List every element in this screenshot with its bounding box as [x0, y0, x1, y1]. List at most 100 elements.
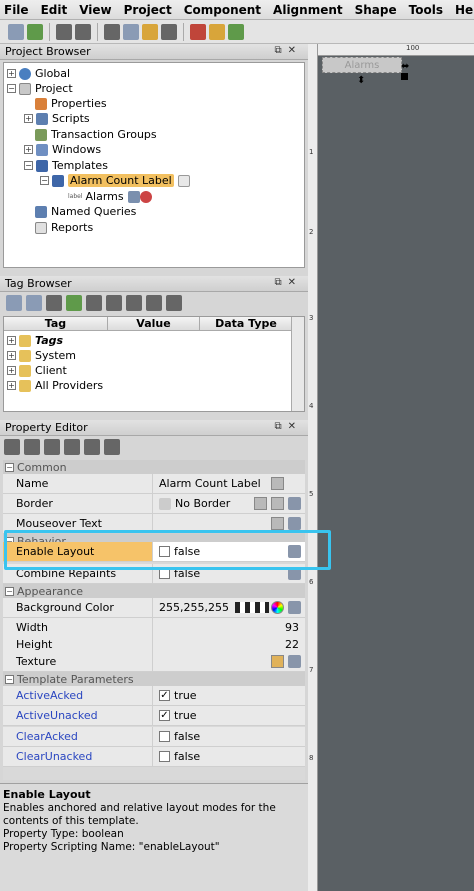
- prop-clear-acked[interactable]: ClearAcked false: [3, 727, 305, 747]
- copy-icon[interactable]: [123, 23, 139, 40]
- alarms-label-component[interactable]: Alarms: [322, 57, 402, 73]
- undo-icon[interactable]: [56, 23, 72, 40]
- tag-item-all-providers[interactable]: + All Providers: [7, 378, 103, 393]
- filter-icon[interactable]: [44, 439, 60, 455]
- delete-tag-icon[interactable]: [126, 295, 142, 311]
- delete-icon[interactable]: [161, 23, 177, 40]
- tree-item-global[interactable]: + Global: [7, 66, 70, 81]
- menu-shape[interactable]: Shape: [355, 3, 397, 17]
- menu-component[interactable]: Component: [184, 3, 261, 17]
- menu-view[interactable]: View: [79, 3, 111, 17]
- active-unacked-checkbox[interactable]: ✓: [159, 710, 170, 721]
- prop-clear-unacked[interactable]: ClearUnacked false: [3, 747, 305, 767]
- tag-item-tags[interactable]: + Tags: [7, 333, 63, 348]
- menu-alignment[interactable]: Alignment: [273, 3, 343, 17]
- tag-item-system[interactable]: + System: [7, 348, 76, 363]
- tree-item-properties[interactable]: Properties: [35, 96, 107, 111]
- redo-icon[interactable]: [75, 23, 91, 40]
- height-value[interactable]: 22: [285, 638, 299, 651]
- prop-active-unacked[interactable]: ActiveUnacked ✓ true: [3, 706, 305, 726]
- menu-edit[interactable]: Edit: [41, 3, 68, 17]
- prop-name[interactable]: Name Alarm Count Label: [3, 474, 305, 494]
- tree-item-transaction-groups[interactable]: Transaction Groups: [35, 127, 157, 142]
- menu-project[interactable]: Project: [124, 3, 172, 17]
- panel-controls-icon[interactable]: ⧉✕: [274, 45, 302, 56]
- tree-item-windows[interactable]: + Windows: [24, 142, 101, 157]
- customizers-icon[interactable]: [84, 439, 100, 455]
- active-acked-checkbox[interactable]: ✓: [159, 690, 170, 701]
- tree-item-reports[interactable]: Reports: [35, 220, 93, 235]
- comm-readwrite-icon[interactable]: [228, 23, 244, 40]
- opc-icon[interactable]: [26, 295, 42, 311]
- refresh-icon[interactable]: [27, 23, 43, 40]
- tree-item-project[interactable]: − Project: [7, 81, 73, 96]
- clear-unacked-checkbox[interactable]: [159, 751, 170, 762]
- resize-corner-icon[interactable]: [401, 73, 408, 80]
- dropdown-icon[interactable]: [254, 497, 267, 510]
- cut-icon[interactable]: [104, 23, 120, 40]
- expand-icon[interactable]: +: [7, 366, 16, 375]
- binding-icon[interactable]: [288, 497, 301, 510]
- tree-item-alarms[interactable]: label Alarms: [68, 189, 156, 204]
- design-canvas[interactable]: [308, 44, 474, 891]
- image-browse-icon[interactable]: [271, 655, 284, 668]
- clear-acked-checkbox[interactable]: [159, 731, 170, 742]
- edit-text-icon[interactable]: [271, 477, 284, 490]
- menu-file[interactable]: File: [4, 3, 29, 17]
- tree-item-templates[interactable]: − Templates: [24, 158, 108, 173]
- prop-border[interactable]: Border No Border: [3, 494, 305, 514]
- comm-off-icon[interactable]: [190, 23, 206, 40]
- resize-handle-icon[interactable]: ⬌: [401, 61, 409, 72]
- binding-icon[interactable]: [288, 517, 301, 530]
- prop-name-value[interactable]: Alarm Count Label: [159, 477, 261, 490]
- prop-active-acked[interactable]: ActiveAcked ✓ true: [3, 686, 305, 706]
- edit-text-icon[interactable]: [271, 517, 284, 530]
- width-value[interactable]: 93: [285, 621, 299, 634]
- background-color-value[interactable]: 255,255,255: [159, 601, 229, 614]
- sort-alpha-icon[interactable]: [24, 439, 40, 455]
- panel-controls-icon[interactable]: ⧉✕: [274, 421, 302, 432]
- categorized-icon[interactable]: [4, 439, 20, 455]
- column-tag[interactable]: Tag: [4, 317, 108, 330]
- resize-handle-icon[interactable]: ⬍: [357, 75, 365, 86]
- tag-scrollbar[interactable]: [291, 317, 304, 411]
- collapse-icon[interactable]: −: [40, 176, 49, 185]
- color-picker-icon[interactable]: [271, 601, 284, 614]
- comm-readonly-icon[interactable]: [209, 23, 225, 40]
- tree-item-alarm-count-label[interactable]: − Alarm Count Label: [40, 173, 194, 188]
- save-icon[interactable]: [8, 23, 24, 40]
- grid-icon[interactable]: [46, 295, 62, 311]
- import-icon[interactable]: [146, 295, 162, 311]
- prop-texture[interactable]: Texture: [3, 652, 305, 672]
- tree-item-scripts[interactable]: + Scripts: [24, 111, 90, 126]
- tag-item-client[interactable]: + Client: [7, 363, 67, 378]
- color-swatch-icon[interactable]: [234, 602, 269, 613]
- bindings-icon[interactable]: [64, 439, 80, 455]
- expand-icon[interactable]: +: [7, 69, 16, 78]
- edit-tag-icon[interactable]: [86, 295, 102, 311]
- expand-icon[interactable]: +: [7, 336, 16, 345]
- expand-icon[interactable]: +: [7, 351, 16, 360]
- border-edit-icon[interactable]: [271, 497, 284, 510]
- paste-icon[interactable]: [142, 23, 158, 40]
- export-icon[interactable]: [166, 295, 182, 311]
- prop-border-value[interactable]: No Border: [175, 497, 230, 510]
- column-data-type[interactable]: Data Type: [200, 317, 293, 330]
- category-template-parameters[interactable]: − Template Parameters: [3, 672, 305, 686]
- styles-icon[interactable]: [104, 439, 120, 455]
- collapse-icon[interactable]: −: [24, 161, 33, 170]
- expand-icon[interactable]: +: [24, 114, 33, 123]
- panel-controls-icon[interactable]: ⧉✕: [274, 277, 302, 288]
- binding-icon[interactable]: [288, 655, 301, 668]
- tag-icon[interactable]: [6, 295, 22, 311]
- expand-icon[interactable]: +: [24, 145, 33, 154]
- category-appearance[interactable]: − Appearance: [3, 584, 305, 598]
- menu-help[interactable]: Help: [455, 3, 474, 17]
- opc-browse-icon[interactable]: [106, 295, 122, 311]
- column-value[interactable]: Value: [108, 317, 200, 330]
- menu-tools[interactable]: Tools: [409, 3, 443, 17]
- binding-icon[interactable]: [288, 601, 301, 614]
- prop-background-color[interactable]: Background Color 255,255,255: [3, 598, 305, 618]
- tree-item-named-queries[interactable]: Named Queries: [35, 204, 136, 219]
- expand-icon[interactable]: +: [7, 381, 16, 390]
